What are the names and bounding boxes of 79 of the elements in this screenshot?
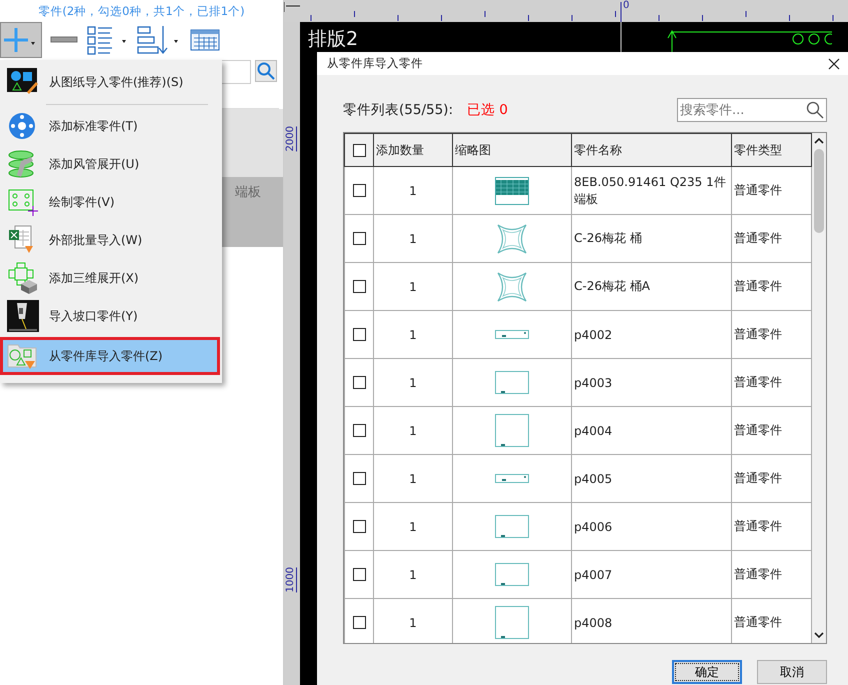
- checkbox[interactable]: [352, 184, 366, 197]
- table-cell: 1: [374, 502, 452, 550]
- table-cell: 8EB.050.91461 Q235 1件端板: [572, 166, 732, 214]
- checkbox[interactable]: [352, 472, 366, 485]
- part-thumbnail: [495, 414, 529, 448]
- menu-item[interactable]: 外部批量导入(W): [0, 221, 220, 259]
- sheet-title: 排版2: [308, 27, 358, 52]
- search-field[interactable]: 搜索零件...: [677, 98, 827, 122]
- search-icon: [806, 101, 824, 119]
- remove-icon[interactable]: [50, 35, 78, 45]
- column-header[interactable]: 缩略图: [452, 134, 572, 166]
- checkbox[interactable]: [352, 424, 366, 437]
- menu-item[interactable]: 导入坡口零件(Y): [0, 297, 220, 335]
- menu-item[interactable]: 绘制零件(V): [0, 183, 220, 221]
- table-cell: p4003: [572, 358, 732, 406]
- search-button[interactable]: [255, 60, 277, 82]
- part-thumbnail: [495, 370, 529, 394]
- menu-item[interactable]: 添加风管展开(U): [0, 145, 220, 183]
- table-cell: 1: [374, 406, 452, 454]
- table-cell: 1: [374, 550, 452, 598]
- menu-item[interactable]: 从图纸导入零件(推荐)(S): [0, 62, 220, 102]
- menu-item[interactable]: 添加标准零件(T): [0, 107, 220, 145]
- table-cell: p4005: [572, 454, 732, 502]
- checkbox[interactable]: [352, 616, 366, 629]
- ruler-label: 1000: [285, 567, 297, 592]
- scrollbar[interactable]: [812, 133, 826, 643]
- table-icon[interactable]: [190, 29, 220, 51]
- part-thumbnail: [495, 514, 529, 538]
- close-icon: [828, 58, 840, 70]
- part-thumbnail: [495, 474, 529, 484]
- part-thumbnail: [495, 222, 529, 256]
- table-cell: 1: [374, 214, 452, 262]
- checkbox[interactable]: [352, 376, 366, 389]
- part-thumbnail: [495, 330, 529, 340]
- table-cell: p4002: [572, 310, 732, 358]
- part-thumbnail: [495, 562, 529, 586]
- part-thumbnail: [495, 270, 529, 304]
- ruler-label: 0: [623, 0, 630, 11]
- chevron-up-icon[interactable]: [814, 137, 824, 145]
- menu-item[interactable]: 从零件库导入零件(Z): [0, 337, 220, 375]
- checkbox[interactable]: [352, 232, 366, 245]
- sketch-icon: [7, 187, 39, 217]
- checkbox[interactable]: [352, 144, 366, 156]
- list-label: 零件列表(55/55):: [343, 101, 453, 119]
- table-cell: p4006: [572, 502, 732, 550]
- table-cell: p4007: [572, 550, 732, 598]
- chevron-down-icon[interactable]: [814, 631, 824, 639]
- checkbox[interactable]: [352, 280, 366, 293]
- column-header[interactable]: 添加数量: [374, 134, 452, 166]
- table-cell: 1: [374, 310, 452, 358]
- dialog-title: 从零件库导入零件: [327, 56, 423, 71]
- dialog-button[interactable]: 确定: [672, 660, 742, 684]
- column-header[interactable]: 零件类型: [732, 134, 812, 166]
- selected-count: 已选 0: [467, 101, 508, 119]
- table-cell: C-26梅花 桶: [572, 214, 732, 262]
- ruler-label: 2000: [285, 126, 297, 152]
- panel-header: 零件(2种，勾选0种，共1个，已排1个): [37, 3, 246, 20]
- part-thumbnail: [495, 176, 529, 204]
- table-cell: C-26梅花 桶A: [572, 262, 732, 310]
- dialog-button[interactable]: 取消: [757, 660, 827, 684]
- table-cell: 1: [374, 454, 452, 502]
- checkbox[interactable]: [352, 520, 366, 533]
- table-cell: 1: [374, 358, 452, 406]
- checkbox[interactable]: [352, 568, 366, 581]
- table-cell: 1: [374, 166, 452, 214]
- unfold-icon: [7, 262, 37, 294]
- table-cell: p4004: [572, 406, 732, 454]
- scrollbar-thumb[interactable]: [814, 149, 824, 233]
- shapes-icon: [7, 68, 39, 96]
- flange-icon: [7, 111, 37, 141]
- checklist-icon[interactable]: [86, 24, 128, 56]
- checkbox[interactable]: [352, 328, 366, 341]
- table-cell: 1: [374, 262, 452, 310]
- torch-icon: [7, 300, 39, 332]
- column-header[interactable]: 零件名称: [572, 134, 732, 166]
- plus-icon: [3, 25, 37, 55]
- search-icon: [257, 62, 275, 80]
- menu-item[interactable]: 添加三维展开(X): [0, 259, 220, 297]
- part-thumbnail: [495, 606, 529, 640]
